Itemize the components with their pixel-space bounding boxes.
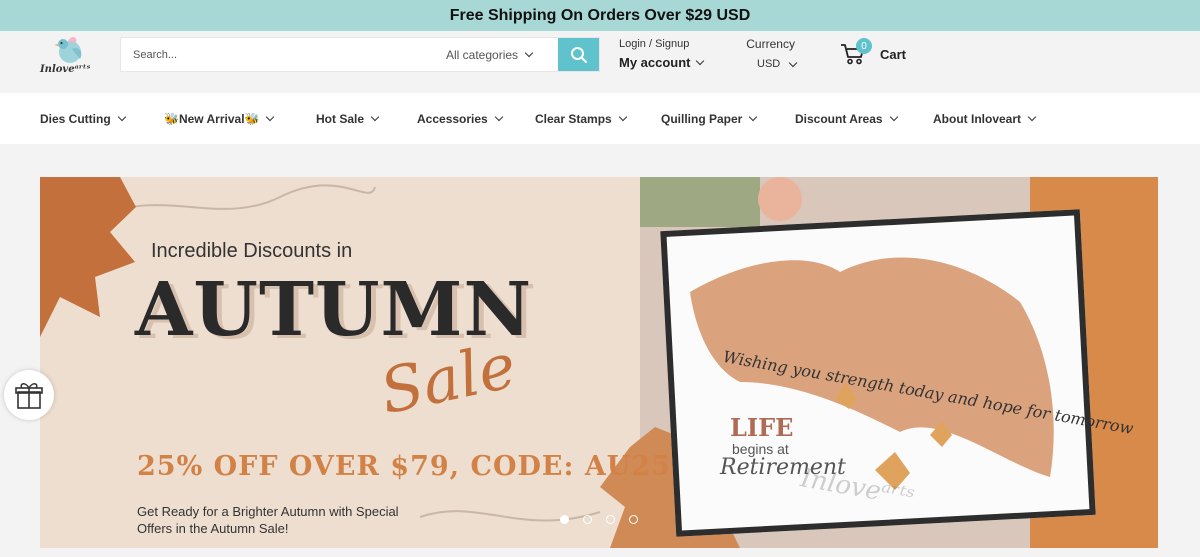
- search-bar: All categories: [120, 37, 600, 72]
- gift-popup-button[interactable]: [4, 370, 54, 420]
- chevron-down-icon: [494, 112, 503, 122]
- announcement-text: Free Shipping On Orders Over $29 USD: [449, 6, 751, 24]
- nav-item-hot-sale[interactable]: Hot Sale: [316, 112, 417, 126]
- chevron-down-icon: [788, 58, 798, 67]
- hero-heading: Incredible Discounts in: [151, 240, 353, 262]
- slider-dot[interactable]: [629, 515, 638, 524]
- search-icon: [570, 46, 587, 63]
- logo-text: Inloveᵃʳᵗˢ: [40, 64, 91, 75]
- chevron-down-icon: [749, 112, 758, 122]
- nav-item-label: Dies Cutting: [40, 111, 111, 126]
- category-select-label: All categories: [446, 47, 519, 62]
- slider-dots: [560, 515, 638, 524]
- category-select[interactable]: All categories: [446, 38, 534, 71]
- nav-item-quilling-paper[interactable]: Quilling Paper: [661, 112, 795, 126]
- chevron-down-icon: [370, 112, 380, 122]
- account-menu[interactable]: Login / Signup My account: [619, 38, 704, 70]
- slider-dot[interactable]: [583, 515, 592, 524]
- currency-dropdown[interactable]: USD: [757, 58, 798, 70]
- nav-item-label: About Inloveart: [933, 111, 1022, 126]
- site-header: Inloveᵃʳᵗˢ All categories Login / Signup…: [0, 31, 1200, 93]
- slider-dot[interactable]: [606, 515, 615, 524]
- gift-icon: [15, 383, 43, 409]
- currency-label: Currency: [746, 37, 795, 51]
- card-life-text: LIFE: [730, 413, 794, 442]
- my-account-dropdown[interactable]: My account: [619, 55, 704, 70]
- currency-selector[interactable]: Currency USD: [745, 37, 798, 70]
- chevron-down-icon: [524, 48, 534, 58]
- cart-button[interactable]: 0 Cart: [840, 38, 907, 65]
- hero-banner[interactable]: Incredible Discounts in AUTUMN Sale 25% …: [40, 177, 1158, 548]
- nav-item-label: 🐝New Arrival🐝: [164, 111, 260, 126]
- nav-item-discount-areas[interactable]: Discount Areas: [795, 112, 933, 126]
- main-navigation: Dies Cutting 🐝New Arrival🐝 Hot Sale Acce…: [0, 93, 1200, 144]
- chevron-down-icon: [889, 112, 898, 122]
- chevron-down-icon: [1027, 112, 1037, 122]
- my-account-label: My account: [619, 55, 691, 70]
- nav-item-label: Accessories: [417, 111, 488, 126]
- nav-item-dies-cutting[interactable]: Dies Cutting: [40, 112, 164, 126]
- chevron-down-icon: [618, 112, 627, 122]
- chevron-down-icon: [695, 56, 704, 66]
- nav-item-label: Clear Stamps: [535, 111, 612, 126]
- announcement-bar: Free Shipping On Orders Over $29 USD: [0, 0, 1200, 31]
- cart-label: Cart: [880, 46, 907, 62]
- nav-item-about-inloveart[interactable]: About Inloveart: [933, 111, 1037, 126]
- login-signup-link[interactable]: Login / Signup: [619, 38, 703, 50]
- nav-item-label: Quilling Paper: [661, 111, 743, 126]
- currency-value: USD: [757, 58, 781, 70]
- search-button[interactable]: [558, 38, 599, 71]
- card-leaf-art: [690, 257, 1054, 490]
- nav-item-label: Discount Areas: [795, 111, 883, 126]
- nav-item-accessories[interactable]: Accessories: [417, 112, 535, 126]
- nav-item-new-arrival[interactable]: 🐝New Arrival🐝: [164, 112, 316, 126]
- cart-count-badge: 0: [856, 38, 872, 54]
- hero-description: Get Ready for a Brighter Autumn with Spe…: [137, 504, 399, 536]
- nav-item-label: Hot Sale: [316, 111, 365, 126]
- hero-offer-code: 25% OFF OVER $79, CODE: AU25: [137, 451, 671, 482]
- chevron-down-icon: [117, 112, 126, 122]
- nav-item-clear-stamps[interactable]: Clear Stamps: [535, 112, 661, 126]
- slider-dot[interactable]: [560, 515, 569, 524]
- chevron-down-icon: [266, 112, 275, 122]
